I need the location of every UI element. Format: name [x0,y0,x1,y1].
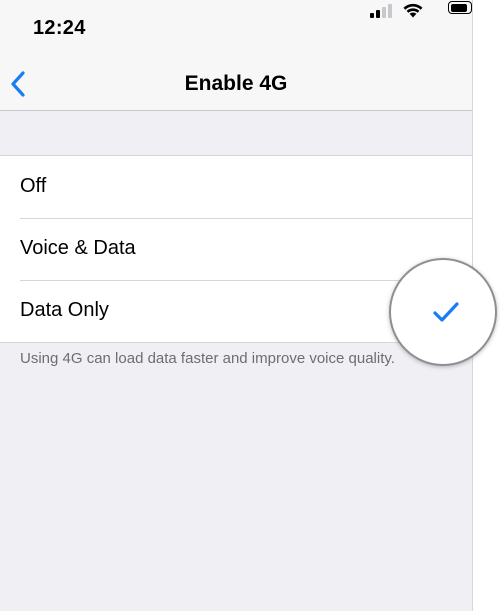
option-off[interactable]: Off [0,156,472,218]
option-voice-and-data[interactable]: Voice & Data [0,218,472,280]
footer-note: Using 4G can load data faster and improv… [20,350,395,367]
option-label: Off [20,175,47,197]
navigation-bar: Enable 4G [0,58,472,111]
wifi-icon [403,3,423,18]
cellular-signal-icon [370,2,392,18]
option-label: Voice & Data [20,237,136,259]
status-bar: 12:24 [0,0,472,58]
zoom-magnifier [389,258,497,366]
battery-icon [448,1,472,14]
checkmark-icon [433,302,459,322]
page-title: Enable 4G [184,72,288,95]
status-time: 12:24 [33,17,86,39]
option-label: Data Only [20,299,109,321]
